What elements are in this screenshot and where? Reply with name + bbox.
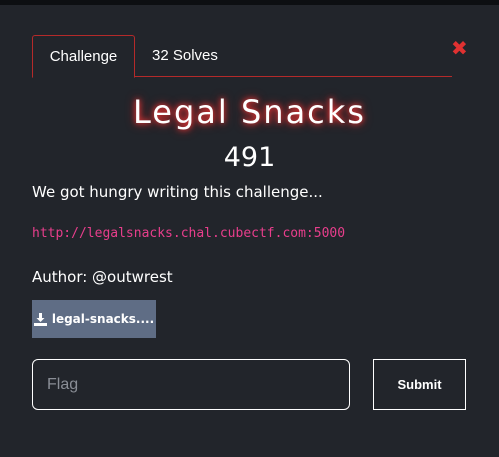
- tab-solves[interactable]: 32 Solves: [152, 35, 218, 76]
- submit-button[interactable]: Submit: [373, 359, 466, 410]
- challenge-author: Author: @outwrest: [32, 268, 173, 286]
- challenge-value: 491: [223, 142, 276, 173]
- challenge-link[interactable]: http://legalsnacks.chal.cubectf.com:5000: [32, 226, 345, 241]
- flag-input[interactable]: [32, 359, 350, 410]
- challenge-name: Legal Snacks: [133, 93, 366, 131]
- challenge-description: We got hungry writing this challenge...: [32, 183, 323, 201]
- challenge-modal: Challenge 32 Solves ✖ Legal Snacks 491 W…: [0, 5, 499, 457]
- close-icon[interactable]: ✖: [451, 38, 468, 58]
- file-download-button[interactable]: legal-snacks....: [32, 300, 156, 338]
- tab-challenge[interactable]: Challenge: [32, 35, 135, 78]
- download-icon: [33, 312, 47, 326]
- file-name: legal-snacks....: [51, 312, 155, 326]
- modal-tabs: Challenge 32 Solves: [32, 35, 452, 78]
